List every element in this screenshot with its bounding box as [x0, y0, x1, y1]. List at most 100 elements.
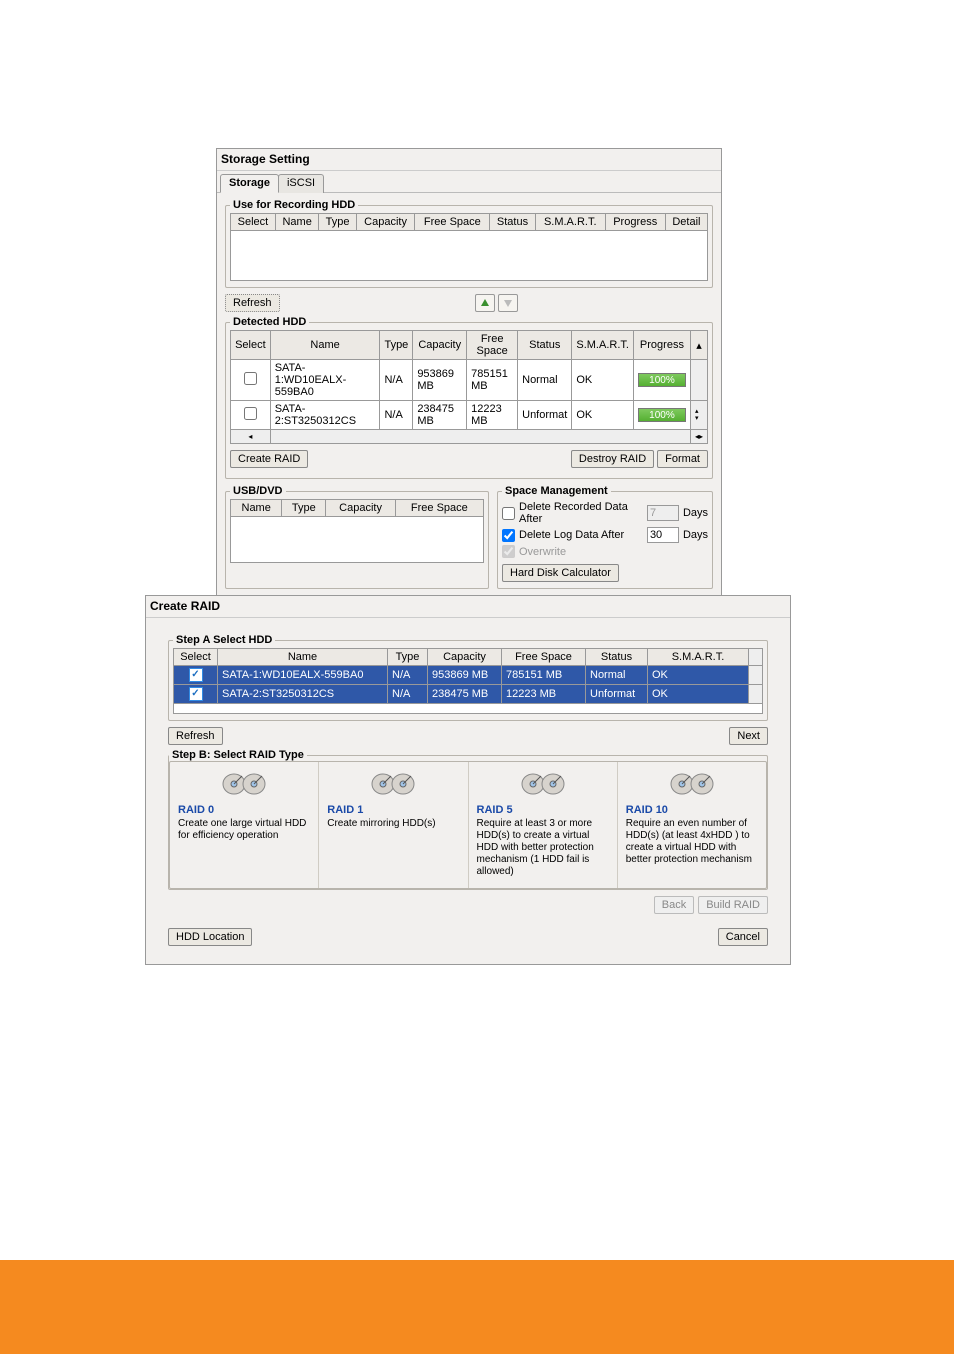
col-type[interactable]: Type — [380, 331, 413, 360]
col-name[interactable]: Name — [275, 214, 319, 231]
col-smart[interactable]: S.M.A.R.T. — [535, 214, 605, 231]
build-raid-button[interactable]: Build RAID — [698, 896, 768, 914]
cell-capacity: 953869 MB — [428, 666, 502, 685]
col-select[interactable]: Select — [231, 331, 271, 360]
col-name[interactable]: Name — [270, 331, 380, 360]
col-capacity[interactable]: Capacity — [428, 649, 502, 666]
col-status[interactable]: Status — [490, 214, 536, 231]
col-capacity[interactable]: Capacity — [356, 214, 415, 231]
col-type[interactable]: Type — [388, 649, 428, 666]
cell-smart: OK — [648, 685, 749, 704]
table-row[interactable]: ✓ SATA-1:WD10EALX-559BA0 N/A 953869 MB 7… — [174, 666, 763, 685]
scroll-col[interactable] — [749, 649, 763, 666]
col-detail[interactable]: Detail — [665, 214, 707, 231]
back-button[interactable]: Back — [654, 896, 694, 914]
cell-free: 12223 MB — [467, 401, 518, 430]
hdd-icon — [519, 768, 567, 800]
recording-hdd-empty-body — [230, 231, 708, 281]
col-type[interactable]: Type — [319, 214, 356, 231]
cell-type: N/A — [388, 666, 428, 685]
tab-iscsi[interactable]: iSCSI — [278, 174, 324, 193]
cell-free: 12223 MB — [502, 685, 586, 704]
window-title: Storage Setting — [217, 149, 721, 171]
refresh-button[interactable]: Refresh — [225, 294, 280, 312]
next-button[interactable]: Next — [729, 727, 768, 745]
cell-type: N/A — [388, 685, 428, 704]
create-raid-window: Create RAID Step A Select HDD Select Nam… — [145, 595, 791, 965]
move-up-button[interactable] — [475, 294, 495, 312]
scroll-track[interactable] — [690, 360, 707, 401]
col-name[interactable]: Name — [218, 649, 388, 666]
cell-smart: OK — [572, 360, 634, 401]
row-checked-icon[interactable]: ✓ — [189, 687, 203, 701]
hdd-location-button[interactable]: HDD Location — [168, 928, 252, 946]
col-status[interactable]: Status — [518, 331, 572, 360]
hscroll-right[interactable]: ◂▸ — [690, 430, 707, 444]
usb-dvd-table: Name Type Capacity Free Space — [230, 499, 484, 517]
col-capacity[interactable]: Capacity — [326, 500, 395, 517]
raid0-desc: Create one large virtual HDD for efficie… — [178, 818, 310, 842]
hdd-icon — [220, 768, 268, 800]
col-free[interactable]: Free Space — [395, 500, 483, 517]
step-a-legend: Step A Select HDD — [173, 634, 275, 646]
row-checked-icon[interactable]: ✓ — [189, 668, 203, 682]
delete-log-days-input[interactable] — [647, 527, 679, 543]
col-select[interactable]: Select — [174, 649, 218, 666]
tab-storage[interactable]: Storage — [220, 174, 279, 193]
cell-smart: OK — [572, 401, 634, 430]
move-down-button[interactable] — [498, 294, 518, 312]
raid5-desc: Require at least 3 or more HDD(s) to cre… — [477, 818, 609, 878]
col-status[interactable]: Status — [586, 649, 648, 666]
raid10-option[interactable]: RAID 10 Require an even number of HDD(s)… — [618, 762, 766, 888]
col-name[interactable]: Name — [231, 500, 282, 517]
hscroll-track[interactable] — [270, 430, 690, 444]
col-smart[interactable]: S.M.A.R.T. — [572, 331, 634, 360]
usb-dvd-legend: USB/DVD — [230, 485, 286, 497]
table-row[interactable]: ✓ SATA-2:ST3250312CS N/A 238475 MB 12223… — [174, 685, 763, 704]
raid5-option[interactable]: RAID 5 Require at least 3 or more HDD(s)… — [469, 762, 618, 888]
raid10-title: RAID 10 — [626, 804, 758, 816]
col-type[interactable]: Type — [282, 500, 326, 517]
col-free[interactable]: Free Space — [467, 331, 518, 360]
col-smart[interactable]: S.M.A.R.T. — [648, 649, 749, 666]
overwrite-checkbox — [502, 545, 515, 558]
raid1-option[interactable]: RAID 1 Create mirroring HDD(s) — [319, 762, 468, 888]
table-row[interactable]: SATA-1:WD10EALX-559BA0 N/A 953869 MB 785… — [231, 360, 708, 401]
cell-name: SATA-2:ST3250312CS — [218, 685, 388, 704]
overwrite-label: Overwrite — [519, 546, 566, 558]
cell-capacity: 953869 MB — [413, 360, 467, 401]
col-free[interactable]: Free Space — [502, 649, 586, 666]
hscroll-left[interactable]: ◂ — [231, 430, 271, 444]
storage-setting-window: Storage Setting Storage iSCSI Use for Re… — [216, 148, 722, 632]
hdd-calculator-button[interactable]: Hard Disk Calculator — [502, 564, 619, 582]
col-select[interactable]: Select — [231, 214, 276, 231]
cancel-button[interactable]: Cancel — [718, 928, 768, 946]
refresh-button[interactable]: Refresh — [168, 727, 223, 745]
format-button[interactable]: Format — [657, 450, 708, 468]
col-progress[interactable]: Progress — [605, 214, 665, 231]
destroy-raid-button[interactable]: Destroy RAID — [571, 450, 654, 468]
progress-bar: 100% — [638, 373, 686, 387]
table-row[interactable]: SATA-2:ST3250312CS N/A 238475 MB 12223 M… — [231, 401, 708, 430]
space-mgmt-legend: Space Management — [502, 485, 611, 497]
scroll-updown-buttons[interactable]: ▴▾ — [690, 401, 707, 430]
row-checkbox[interactable] — [244, 372, 257, 385]
recording-hdd-table: Select Name Type Capacity Free Space Sta… — [230, 213, 708, 231]
col-free[interactable]: Free Space — [415, 214, 490, 231]
raid0-title: RAID 0 — [178, 804, 310, 816]
step-a-table: Select Name Type Capacity Free Space Sta… — [173, 648, 763, 704]
hdd-icon — [369, 768, 417, 800]
delete-log-checkbox[interactable] — [502, 529, 515, 542]
row-checkbox[interactable] — [244, 407, 257, 420]
raid5-title: RAID 5 — [477, 804, 609, 816]
col-progress[interactable]: Progress — [633, 331, 690, 360]
cell-free: 785151 MB — [502, 666, 586, 685]
cell-status: Unformat — [586, 685, 648, 704]
cell-status: Normal — [518, 360, 572, 401]
raid0-option[interactable]: RAID 0 Create one large virtual HDD for … — [170, 762, 319, 888]
scroll-up-button[interactable]: ▴ — [690, 331, 707, 360]
col-capacity[interactable]: Capacity — [413, 331, 467, 360]
delete-recorded-checkbox[interactable] — [502, 507, 515, 520]
create-raid-button[interactable]: Create RAID — [230, 450, 308, 468]
arrow-down-icon — [503, 298, 513, 308]
